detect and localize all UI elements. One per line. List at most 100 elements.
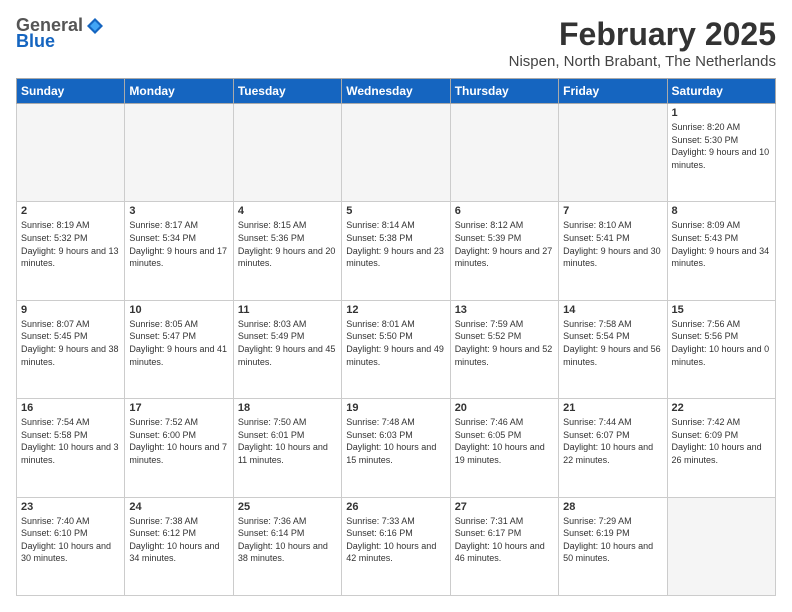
day-info: Sunrise: 7:38 AM Sunset: 6:12 PM Dayligh… [129, 515, 228, 565]
calendar-week-row: 9 Sunrise: 8:07 AM Sunset: 5:45 PM Daylig… [17, 300, 776, 398]
day-number: 10 [129, 304, 228, 316]
day-number: 28 [563, 501, 662, 513]
day-number: 26 [346, 501, 445, 513]
table-row: 4 Sunrise: 8:15 AM Sunset: 5:36 PM Daylig… [233, 202, 341, 300]
table-row: 23Sunrise: 7:40 AM Sunset: 6:10 PM Dayli… [17, 497, 125, 595]
day-number: 17 [129, 402, 228, 414]
table-row: 7 Sunrise: 8:10 AM Sunset: 5:41 PM Daylig… [559, 202, 667, 300]
page-header: General Blue February 2025 Nispen, North… [16, 16, 776, 70]
col-saturday: Saturday [667, 79, 775, 104]
day-number: 18 [238, 402, 337, 414]
col-friday: Friday [559, 79, 667, 104]
day-info: Sunrise: 8:09 AM Sunset: 5:43 PM Dayligh… [672, 219, 771, 269]
day-info: Sunrise: 8:10 AM Sunset: 5:41 PM Dayligh… [563, 219, 662, 269]
table-row [17, 104, 125, 202]
day-number: 7 [563, 205, 662, 217]
table-row [667, 497, 775, 595]
day-info: Sunrise: 7:40 AM Sunset: 6:10 PM Dayligh… [21, 515, 120, 565]
logo: General Blue [16, 16, 105, 52]
table-row: 6 Sunrise: 8:12 AM Sunset: 5:39 PM Daylig… [450, 202, 558, 300]
table-row: 9 Sunrise: 8:07 AM Sunset: 5:45 PM Daylig… [17, 300, 125, 398]
calendar-week-row: 2 Sunrise: 8:19 AM Sunset: 5:32 PM Daylig… [17, 202, 776, 300]
day-number: 14 [563, 304, 662, 316]
col-tuesday: Tuesday [233, 79, 341, 104]
calendar: Sunday Monday Tuesday Wednesday Thursday… [16, 78, 776, 596]
day-info: Sunrise: 7:59 AM Sunset: 5:52 PM Dayligh… [455, 318, 554, 368]
day-info: Sunrise: 8:20 AM Sunset: 5:30 PM Dayligh… [672, 121, 771, 171]
table-row: 8 Sunrise: 8:09 AM Sunset: 5:43 PM Daylig… [667, 202, 775, 300]
day-info: Sunrise: 8:01 AM Sunset: 5:50 PM Dayligh… [346, 318, 445, 368]
day-info: Sunrise: 8:17 AM Sunset: 5:34 PM Dayligh… [129, 219, 228, 269]
table-row: 2 Sunrise: 8:19 AM Sunset: 5:32 PM Daylig… [17, 202, 125, 300]
day-info: Sunrise: 8:15 AM Sunset: 5:36 PM Dayligh… [238, 219, 337, 269]
table-row [559, 104, 667, 202]
table-row: 14 Sunrise: 7:58 AM Sunset: 5:54 PM Dayli… [559, 300, 667, 398]
table-row: 24 Sunrise: 7:38 AM Sunset: 6:12 PM Dayli… [125, 497, 233, 595]
day-number: 21 [563, 402, 662, 414]
day-info: Sunrise: 8:12 AM Sunset: 5:39 PM Dayligh… [455, 219, 554, 269]
calendar-header-row: Sunday Monday Tuesday Wednesday Thursday… [17, 79, 776, 104]
day-info: Sunrise: 7:52 AM Sunset: 6:00 PM Dayligh… [129, 416, 228, 466]
day-number: 2 [21, 205, 120, 217]
day-number: 16 [21, 402, 120, 414]
day-info: Sunrise: 7:54 AM Sunset: 5:58 PM Dayligh… [21, 416, 120, 466]
table-row: 20 Sunrise: 7:46 AM Sunset: 6:05 PM Dayli… [450, 399, 558, 497]
day-info: Sunrise: 7:46 AM Sunset: 6:05 PM Dayligh… [455, 416, 554, 466]
day-number: 27 [455, 501, 554, 513]
day-info: Sunrise: 7:58 AM Sunset: 5:54 PM Dayligh… [563, 318, 662, 368]
day-info: Sunrise: 7:44 AM Sunset: 6:07 PM Dayligh… [563, 416, 662, 466]
day-number: 12 [346, 304, 445, 316]
day-info: Sunrise: 8:07 AM Sunset: 5:45 PM Dayligh… [21, 318, 120, 368]
table-row: 15 Sunrise: 7:56 AM Sunset: 5:56 PM Dayli… [667, 300, 775, 398]
table-row [342, 104, 450, 202]
day-number: 24 [129, 501, 228, 513]
table-row: 12 Sunrise: 8:01 AM Sunset: 5:50 PM Dayli… [342, 300, 450, 398]
location: Nispen, North Brabant, The Netherlands [509, 53, 776, 70]
day-info: Sunrise: 7:42 AM Sunset: 6:09 PM Dayligh… [672, 416, 771, 466]
day-info: Sunrise: 7:31 AM Sunset: 6:17 PM Dayligh… [455, 515, 554, 565]
calendar-week-row: 16 Sunrise: 7:54 AM Sunset: 5:58 PM Dayli… [17, 399, 776, 497]
day-number: 11 [238, 304, 337, 316]
day-number: 20 [455, 402, 554, 414]
col-sunday: Sunday [17, 79, 125, 104]
table-row: 19 Sunrise: 7:48 AM Sunset: 6:03 PM Dayli… [342, 399, 450, 497]
day-number: 25 [238, 501, 337, 513]
day-number: 9 [21, 304, 120, 316]
table-row: 16 Sunrise: 7:54 AM Sunset: 5:58 PM Dayli… [17, 399, 125, 497]
title-block: February 2025 Nispen, North Brabant, The… [509, 16, 776, 70]
logo-blue: Blue [16, 31, 55, 51]
table-row: 13 Sunrise: 7:59 AM Sunset: 5:52 PM Dayli… [450, 300, 558, 398]
table-row: 11 Sunrise: 8:03 AM Sunset: 5:49 PM Dayli… [233, 300, 341, 398]
day-number: 3 [129, 205, 228, 217]
day-info: Sunrise: 7:56 AM Sunset: 5:56 PM Dayligh… [672, 318, 771, 368]
col-wednesday: Wednesday [342, 79, 450, 104]
day-info: Sunrise: 8:19 AM Sunset: 5:32 PM Dayligh… [21, 219, 120, 269]
day-info: Sunrise: 7:29 AM Sunset: 6:19 PM Dayligh… [563, 515, 662, 565]
day-info: Sunrise: 7:50 AM Sunset: 6:01 PM Dayligh… [238, 416, 337, 466]
day-number: 5 [346, 205, 445, 217]
day-info: Sunrise: 8:03 AM Sunset: 5:49 PM Dayligh… [238, 318, 337, 368]
col-monday: Monday [125, 79, 233, 104]
day-number: 15 [672, 304, 771, 316]
month-year: February 2025 [509, 16, 776, 53]
day-number: 4 [238, 205, 337, 217]
table-row: 1 Sunrise: 8:20 AM Sunset: 5:30 PM Daylig… [667, 104, 775, 202]
day-number: 8 [672, 205, 771, 217]
day-number: 13 [455, 304, 554, 316]
table-row: 28 Sunrise: 7:29 AM Sunset: 6:19 PM Dayli… [559, 497, 667, 595]
day-info: Sunrise: 7:33 AM Sunset: 6:16 PM Dayligh… [346, 515, 445, 565]
table-row: 5 Sunrise: 8:14 AM Sunset: 5:38 PM Daylig… [342, 202, 450, 300]
table-row: 18 Sunrise: 7:50 AM Sunset: 6:01 PM Dayli… [233, 399, 341, 497]
table-row: 3 Sunrise: 8:17 AM Sunset: 5:34 PM Daylig… [125, 202, 233, 300]
day-info: Sunrise: 7:36 AM Sunset: 6:14 PM Dayligh… [238, 515, 337, 565]
day-info: Sunrise: 8:14 AM Sunset: 5:38 PM Dayligh… [346, 219, 445, 269]
logo-icon [85, 16, 105, 36]
table-row: 21 Sunrise: 7:44 AM Sunset: 6:07 PM Dayli… [559, 399, 667, 497]
day-info: Sunrise: 7:48 AM Sunset: 6:03 PM Dayligh… [346, 416, 445, 466]
day-number: 19 [346, 402, 445, 414]
table-row: 22Sunrise: 7:42 AM Sunset: 6:09 PM Dayli… [667, 399, 775, 497]
day-number: 6 [455, 205, 554, 217]
day-number: 1 [672, 107, 771, 119]
table-row: 27 Sunrise: 7:31 AM Sunset: 6:17 PM Dayli… [450, 497, 558, 595]
calendar-week-row: 23Sunrise: 7:40 AM Sunset: 6:10 PM Dayli… [17, 497, 776, 595]
